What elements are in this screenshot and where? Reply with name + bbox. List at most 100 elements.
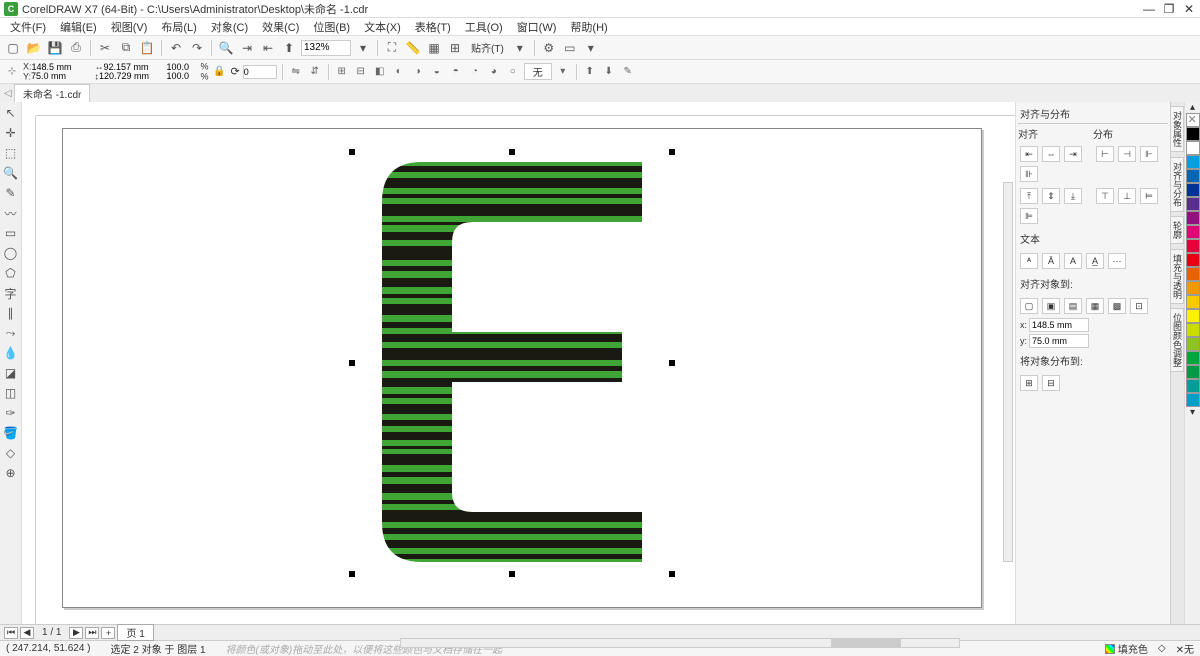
back-minus-icon[interactable]: ◕: [486, 64, 502, 80]
color-swatch[interactable]: [1186, 253, 1200, 267]
color-swatch[interactable]: [1186, 211, 1200, 225]
outline-none[interactable]: 无: [524, 63, 552, 80]
menu-table[interactable]: 表格(T): [409, 19, 457, 35]
dist-space-v-icon[interactable]: ⊨: [1140, 188, 1158, 204]
eyedropper-tool-icon[interactable]: ✑: [2, 404, 20, 422]
page-last-icon[interactable]: ⏭: [85, 627, 99, 639]
pick-tool-icon[interactable]: ↖: [2, 104, 20, 122]
ellipse-tool-icon[interactable]: ◯: [2, 244, 20, 262]
y-input[interactable]: [31, 72, 91, 81]
document-tab[interactable]: 未命名 -1.cdr: [14, 84, 90, 102]
color-swatch[interactable]: [1186, 323, 1200, 337]
handle-s[interactable]: [509, 571, 515, 577]
align-to-page-edge-icon[interactable]: ▤: [1064, 298, 1082, 314]
color-swatch[interactable]: [1186, 281, 1200, 295]
new-icon[interactable]: ▢: [4, 39, 22, 57]
boundary-icon[interactable]: ○: [505, 64, 521, 80]
menu-tools[interactable]: 工具(O): [459, 19, 509, 35]
simplify-icon[interactable]: ◓: [448, 64, 464, 80]
color-swatch[interactable]: [1186, 155, 1200, 169]
zoom-dropdown-icon[interactable]: ▾: [354, 39, 372, 57]
parallel-tool-icon[interactable]: ∥: [2, 304, 20, 322]
tab-bitmap-color[interactable]: 位图颜色调整: [1170, 308, 1184, 372]
connector-tool-icon[interactable]: ⤳: [2, 324, 20, 342]
menu-help[interactable]: 帮助(H): [564, 19, 613, 35]
rotation-input[interactable]: [243, 65, 277, 79]
options-icon[interactable]: ⚙: [540, 39, 558, 57]
align-left-icon[interactable]: ⇤: [1020, 146, 1038, 162]
color-swatch[interactable]: [1186, 267, 1200, 281]
color-swatch[interactable]: [1186, 379, 1200, 393]
fill-tool-icon[interactable]: 🪣: [2, 424, 20, 442]
tab-prev-icon[interactable]: ◁: [4, 88, 12, 99]
grid-icon[interactable]: ▦: [425, 39, 443, 57]
palette-down-icon[interactable]: ▾: [1185, 407, 1200, 418]
open-icon[interactable]: 📂: [25, 39, 43, 57]
dist-center-h-icon[interactable]: ⊣: [1118, 146, 1136, 162]
tab-outline[interactable]: 轮廓: [1170, 216, 1184, 244]
handle-sw[interactable]: [349, 571, 355, 577]
polygon-tool-icon[interactable]: ⬠: [2, 264, 20, 282]
page-tab[interactable]: 页 1: [117, 624, 153, 641]
scrollbar-vertical[interactable]: [1003, 182, 1013, 562]
handle-ne[interactable]: [669, 149, 675, 155]
fill-indicator-icon[interactable]: 填充色: [1105, 641, 1148, 656]
dist-left-icon[interactable]: ⊢: [1096, 146, 1114, 162]
color-swatch[interactable]: [1186, 183, 1200, 197]
text-tool-icon[interactable]: 字: [2, 284, 20, 302]
page-add-icon[interactable]: +: [101, 627, 115, 639]
to-front-icon[interactable]: ⬆: [582, 64, 598, 80]
handle-se[interactable]: [669, 571, 675, 577]
lock-ratio-icon[interactable]: 🔒: [212, 64, 228, 80]
dropper-tool-icon[interactable]: 💧: [2, 344, 20, 362]
undo-icon[interactable]: ↶: [167, 39, 185, 57]
shape-tool-icon[interactable]: ✛: [2, 124, 20, 142]
to-back-icon[interactable]: ⬇: [601, 64, 617, 80]
menu-object[interactable]: 对象(C): [205, 19, 254, 35]
search-icon[interactable]: 🔍: [217, 39, 235, 57]
redo-icon[interactable]: ↷: [188, 39, 206, 57]
text-bottom-icon[interactable]: A̲: [1086, 253, 1104, 269]
align-to-grid-icon[interactable]: ▩: [1108, 298, 1126, 314]
dist-right-icon[interactable]: ⊪: [1020, 166, 1038, 182]
page-prev-icon[interactable]: ◀: [20, 627, 34, 639]
outline-indicator-icon[interactable]: ◇: [1158, 643, 1166, 654]
menu-effect[interactable]: 效果(C): [256, 19, 305, 35]
tab-object-properties[interactable]: 对象属性: [1170, 106, 1184, 152]
handle-nw[interactable]: [349, 149, 355, 155]
align-to-page-icon[interactable]: ▣: [1042, 298, 1060, 314]
align-right-icon[interactable]: ⇥: [1064, 146, 1082, 162]
dist-to-page-icon[interactable]: ⊟: [1042, 375, 1060, 391]
color-swatch[interactable]: [1186, 295, 1200, 309]
import-icon[interactable]: ⇥: [238, 39, 256, 57]
color-swatch[interactable]: [1186, 127, 1200, 141]
menu-text[interactable]: 文本(X): [358, 19, 407, 35]
text-top-icon[interactable]: Ā: [1042, 253, 1060, 269]
page-first-icon[interactable]: ⏮: [4, 627, 18, 639]
scaley-input[interactable]: [167, 72, 201, 81]
align-y-input[interactable]: [1029, 334, 1089, 348]
trim-icon[interactable]: ◑: [410, 64, 426, 80]
zoom-tool-icon[interactable]: 🔍: [2, 164, 20, 182]
transparency-tool-icon[interactable]: ◫: [2, 384, 20, 402]
color-swatch[interactable]: [1186, 337, 1200, 351]
handle-w[interactable]: [349, 360, 355, 366]
palette-up-icon[interactable]: ▴: [1185, 102, 1200, 113]
crop-tool-icon[interactable]: ⬚: [2, 144, 20, 162]
scalex-input[interactable]: [167, 62, 201, 71]
align-top-icon[interactable]: ⤒: [1020, 188, 1038, 204]
color-swatch[interactable]: [1186, 351, 1200, 365]
text-middle-icon[interactable]: A: [1064, 253, 1082, 269]
text-baseline-icon[interactable]: ᴬ: [1020, 253, 1038, 269]
snap-arrow-icon[interactable]: ▾: [511, 39, 529, 57]
cut-icon[interactable]: ✂: [96, 39, 114, 57]
tab-align-distribute[interactable]: 对齐与分布: [1170, 157, 1184, 212]
align-to-page-center-icon[interactable]: ▦: [1086, 298, 1104, 314]
artistic-tool-icon[interactable]: 〰: [2, 204, 20, 222]
color-swatch[interactable]: [1186, 197, 1200, 211]
dist-bottom-icon[interactable]: ⊫: [1020, 208, 1038, 224]
text-options-icon[interactable]: ⋯: [1108, 253, 1126, 269]
weld-icon[interactable]: ◐: [391, 64, 407, 80]
page-next-icon[interactable]: ▶: [69, 627, 83, 639]
mirror-v-icon[interactable]: ⇵: [307, 64, 323, 80]
